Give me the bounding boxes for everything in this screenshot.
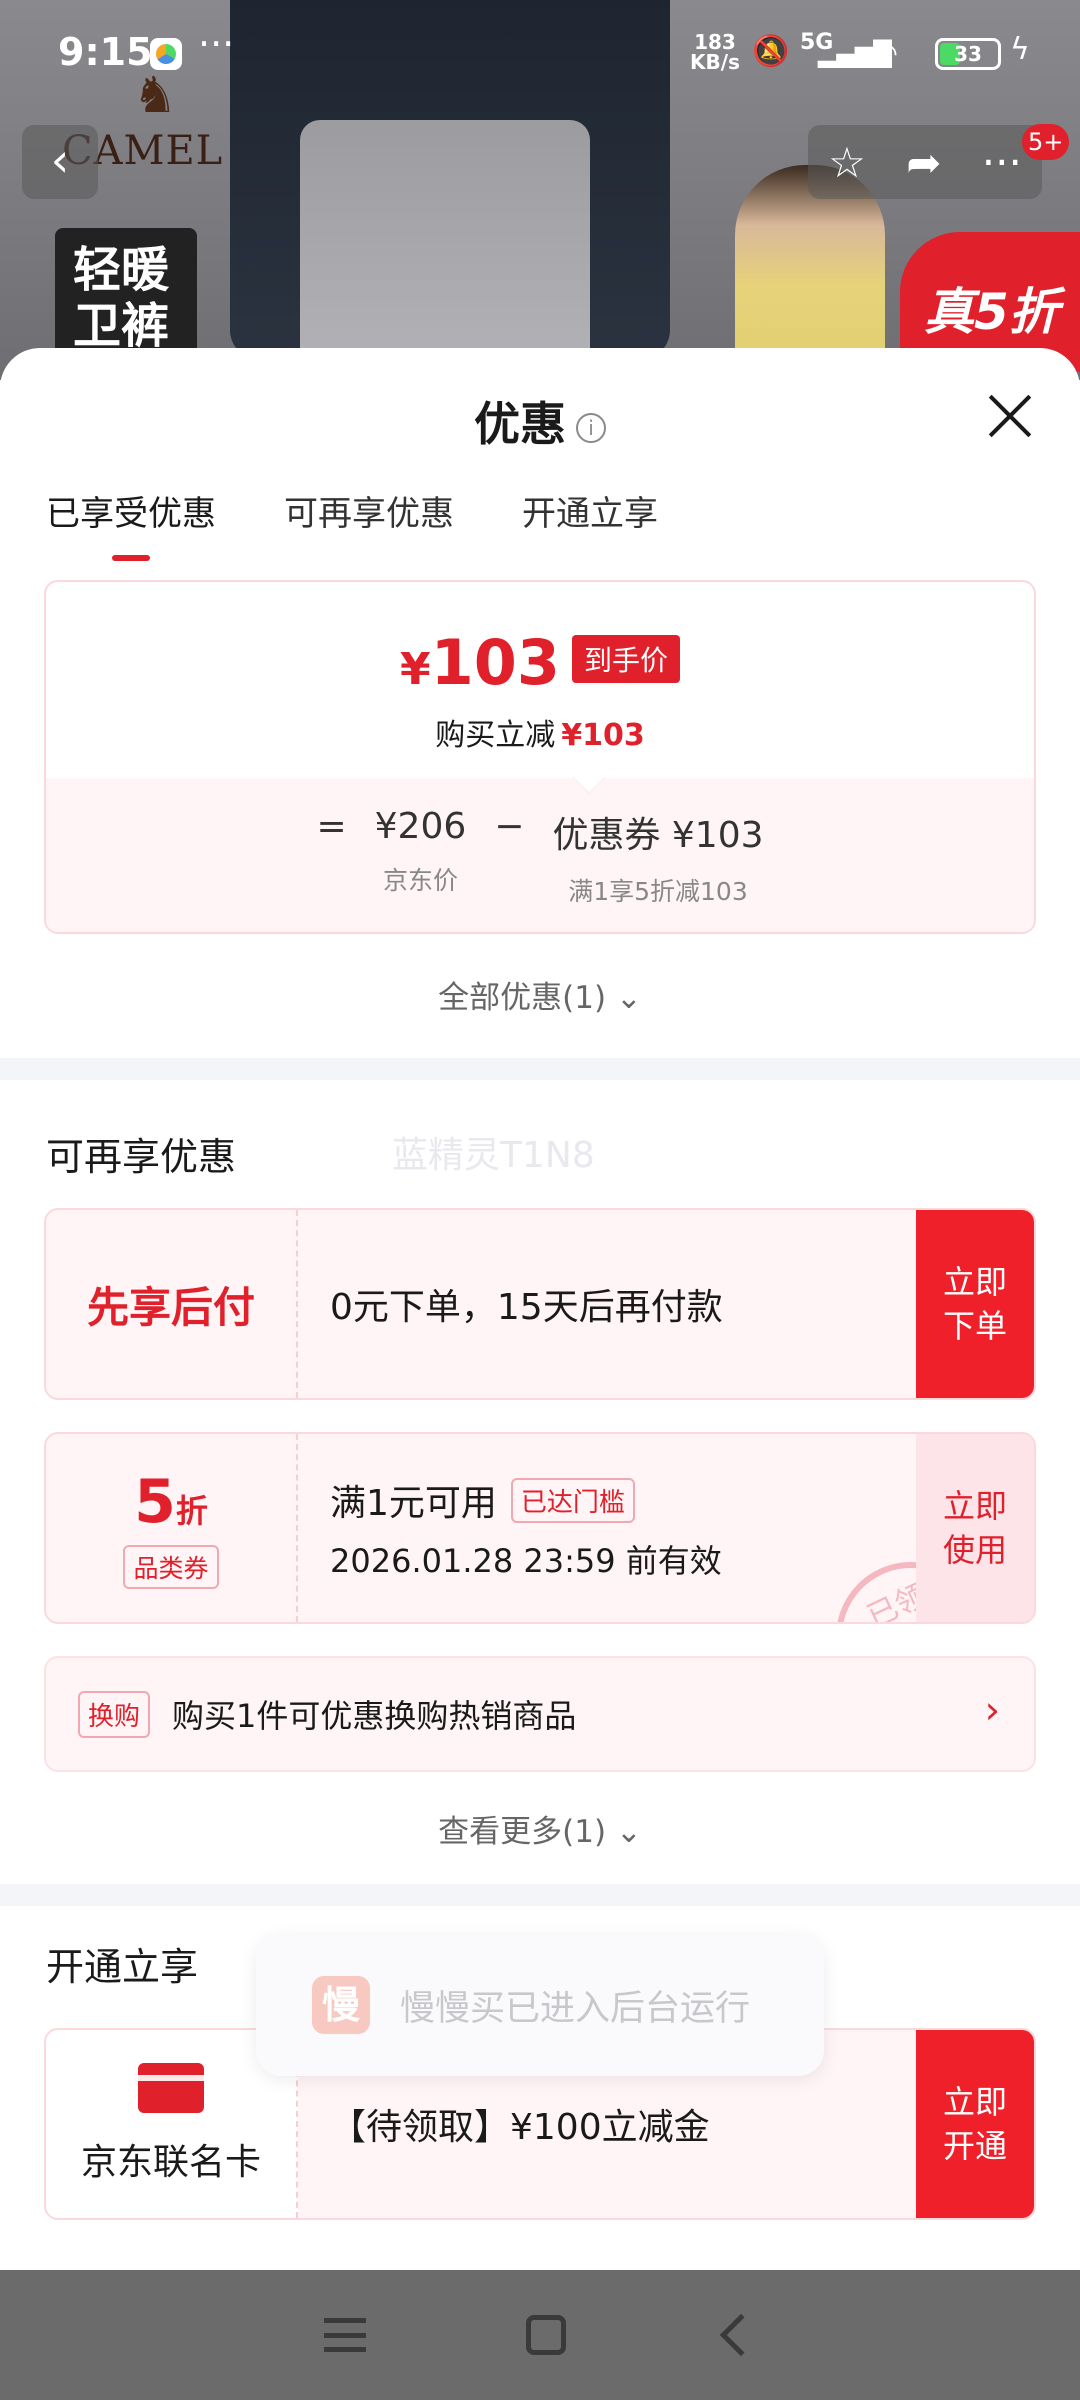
currency-symbol: ¥ bbox=[399, 644, 431, 695]
status-time: 9:15 bbox=[58, 30, 153, 74]
system-nav-bar bbox=[0, 2270, 1080, 2400]
more-menu-icon[interactable]: ··· bbox=[982, 138, 1022, 187]
buy-save-amount: ¥103 bbox=[561, 718, 645, 753]
net-speed: 183 KB/s bbox=[690, 32, 740, 72]
hero-tag-line1: 轻暖 bbox=[73, 242, 170, 298]
credit-card-icon bbox=[138, 2063, 204, 2113]
watermark: 蓝精灵T1N8 bbox=[392, 1135, 595, 1176]
price-summary-card: ¥103 到手价 购买立减 ¥103 = ¥206 京东价 − 优惠券 ¥103 满… bbox=[44, 580, 1036, 934]
swap-tag: 换购 bbox=[78, 1690, 151, 1738]
coupon-details: 满1元可用 已达门槛 2026.01.28 23:59 前有效 bbox=[330, 1434, 722, 1622]
jd-card-name: 京东联名卡 bbox=[80, 2142, 261, 2183]
mute-icon: 🔕 bbox=[752, 34, 790, 69]
more-notifications-icon: ··· bbox=[198, 22, 235, 66]
open-to-enjoy-title: 开通立享 bbox=[46, 1945, 199, 1989]
final-price-tag: 到手价 bbox=[572, 635, 681, 683]
see-more-toggle[interactable]: 查看更多(1) ⌄ bbox=[0, 1806, 1080, 1851]
home-square-icon[interactable] bbox=[526, 2315, 566, 2355]
info-icon[interactable]: i bbox=[576, 412, 606, 443]
back-button[interactable]: ‹ bbox=[22, 125, 98, 199]
chevron-right-icon: › bbox=[984, 1688, 1000, 1732]
coupon-discount-value: 5 bbox=[134, 1467, 176, 1537]
coupon-expiry: 2026.01.28 23:59 前有效 bbox=[330, 1542, 722, 1580]
coupon-category-tag: 品类券 bbox=[123, 1545, 219, 1589]
coupon-amount: 优惠券 ¥103 bbox=[552, 815, 764, 856]
coupon-discount: 5折 bbox=[134, 1467, 208, 1537]
final-price-value: 103 bbox=[430, 626, 561, 699]
price-formula: = ¥206 京东价 − 优惠券 ¥103 满1享5折减103 bbox=[46, 806, 1034, 908]
formula-minus: − bbox=[494, 806, 524, 908]
sheet-title: 优惠 i bbox=[0, 388, 1080, 454]
section-divider-2 bbox=[0, 1884, 1080, 1906]
close-button[interactable] bbox=[980, 386, 1040, 446]
background-running-toast: 慢 慢慢买已进入后台运行 bbox=[256, 1934, 824, 2076]
pay-later-desc: 0元下单，15天后再付款 bbox=[330, 1287, 723, 1328]
pay-later-card: 先享后付 0元下单，15天后再付款 立即 下单 bbox=[44, 1208, 1036, 1400]
sheet-title-text: 优惠 bbox=[474, 397, 566, 451]
wifi-icon: ◠ bbox=[872, 36, 899, 71]
battery-level: 33 bbox=[954, 42, 982, 66]
tab-open-to-enjoy[interactable]: 开通立享 bbox=[522, 486, 658, 535]
equals-sign: = bbox=[316, 806, 347, 847]
notification-app-icon bbox=[150, 38, 182, 70]
top-action-group: ☆ ➦ ··· bbox=[808, 125, 1042, 199]
open-now-line2: 开通 bbox=[942, 2127, 1007, 2165]
favorite-star-icon[interactable]: ☆ bbox=[828, 138, 866, 187]
coupon-discount-unit: 折 bbox=[175, 1492, 208, 1530]
buy-save-label: 购买立减 bbox=[435, 718, 556, 753]
use-now-line2: 使用 bbox=[942, 1531, 1007, 1569]
toast-text: 慢慢买已进入后台运行 bbox=[400, 1988, 751, 2029]
use-now-line1: 立即 bbox=[942, 1487, 1007, 1525]
category-coupon-card: 5折 品类券 满1元可用 已达门槛 2026.01.28 23:59 前有效 已领… bbox=[44, 1432, 1036, 1624]
use-now-button[interactable]: 立即 使用 bbox=[916, 1434, 1034, 1622]
section-divider bbox=[0, 1058, 1080, 1080]
coupon-condition-line: 满1元可用 已达门槛 bbox=[330, 1474, 722, 1526]
message-badge: 5+ bbox=[1022, 124, 1070, 160]
formula-eq: = bbox=[316, 806, 346, 908]
pay-later-name: 先享后付 bbox=[86, 1282, 255, 1332]
formula-coupon: 优惠券 ¥103 满1享5折减103 bbox=[552, 806, 763, 908]
tab-enjoyed[interactable]: 已享受优惠 bbox=[46, 486, 216, 561]
net-speed-value: 183 bbox=[694, 30, 736, 54]
status-bar: 9:15 ··· 183 KB/s 🔕 5G ▂▄▆█ ◠ 33 ϟ bbox=[0, 0, 1080, 108]
threshold-reached-tag: 已达门槛 bbox=[510, 1478, 635, 1523]
tab-more-available[interactable]: 可再享优惠 bbox=[284, 486, 454, 535]
more-deals-title: 可再享优惠 bbox=[46, 1135, 237, 1179]
battery-icon: 33 bbox=[935, 38, 1001, 70]
minus-sign: − bbox=[494, 806, 525, 847]
back-triangle-icon[interactable] bbox=[719, 2313, 763, 2357]
all-deals-toggle[interactable]: 全部优惠(1) ⌄ bbox=[0, 972, 1080, 1017]
charging-icon: ϟ bbox=[1010, 32, 1030, 67]
formula-original: ¥206 京东价 bbox=[375, 806, 467, 908]
coupon-left: 5折 品类券 bbox=[46, 1434, 298, 1622]
open-now-button[interactable]: 立即 开通 bbox=[916, 2030, 1034, 2218]
model-pants bbox=[300, 120, 590, 380]
back-arrow-icon: ‹ bbox=[50, 133, 70, 187]
original-price-label: 京东价 bbox=[382, 866, 458, 895]
original-price: ¥206 bbox=[374, 806, 467, 847]
order-now-line2: 下单 bbox=[942, 1307, 1007, 1345]
share-icon[interactable]: ➦ bbox=[906, 138, 941, 187]
manmanmai-app-icon: 慢 bbox=[312, 1976, 370, 2034]
open-now-line1: 立即 bbox=[942, 2083, 1007, 2121]
net-speed-unit: KB/s bbox=[690, 50, 740, 74]
final-price: ¥103 到手价 bbox=[46, 626, 1034, 699]
coupon-condition: 满1享5折减103 bbox=[568, 877, 748, 906]
swap-text: 购买1件可优惠换购热销商品 bbox=[172, 1697, 577, 1735]
coupon-condition-text: 满1元可用 bbox=[330, 1483, 497, 1524]
discount-sheet: 优惠 i 已享受优惠 可再享优惠 开通立享 ¥103 到手价 购买立减 ¥103 = … bbox=[0, 348, 1080, 2268]
order-now-line1: 立即 bbox=[942, 1263, 1007, 1301]
discount-tabs: 已享受优惠 可再享优惠 开通立享 bbox=[46, 486, 658, 561]
buy-save-line: 购买立减 ¥103 bbox=[46, 710, 1034, 754]
hero-tag-line2: 卫裤 bbox=[73, 298, 170, 354]
recents-menu-icon[interactable] bbox=[324, 2318, 366, 2352]
order-now-button[interactable]: 立即 下单 bbox=[916, 1210, 1034, 1398]
swap-purchase-row[interactable]: 换购 购买1件可优惠换购热销商品 › bbox=[44, 1656, 1036, 1772]
pay-later-left: 先享后付 bbox=[46, 1210, 298, 1398]
